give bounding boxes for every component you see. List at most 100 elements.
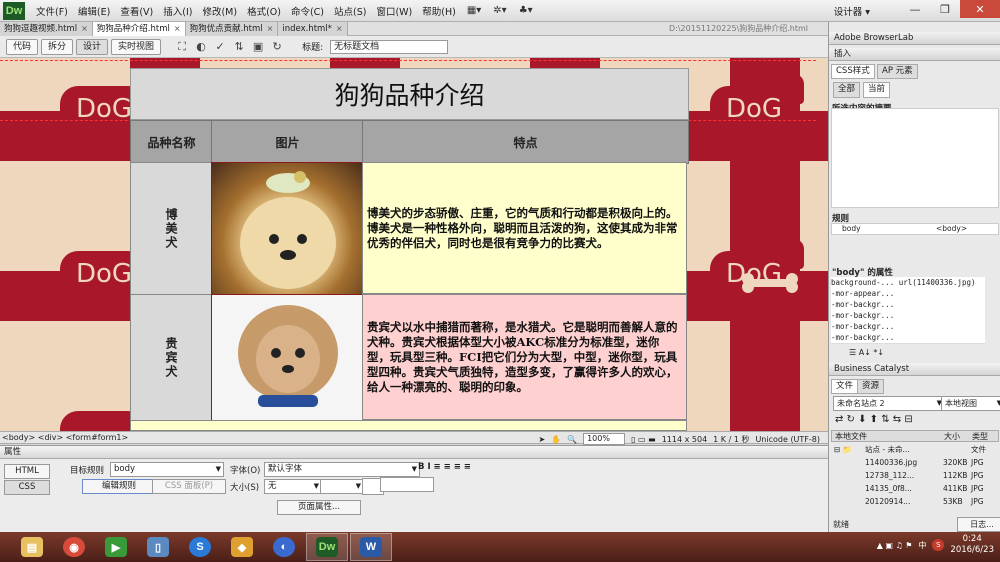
visual-aids-icon[interactable]: ▣ xyxy=(250,40,266,54)
gear-icon[interactable]: ✲▾ xyxy=(493,5,506,16)
site-icon[interactable]: ♣▾ xyxy=(519,5,533,16)
menu-file[interactable]: 文件(F) xyxy=(31,4,73,18)
tag-selector[interactable]: <body> <div> <form#form1> xyxy=(2,433,128,442)
properties-title[interactable]: 属性 xyxy=(0,446,828,459)
menu-view[interactable]: 查看(V) xyxy=(115,4,158,18)
package-taskbar-icon[interactable]: ◆ xyxy=(222,534,262,560)
type-col[interactable]: 类型 xyxy=(972,431,988,443)
edit-rule-button[interactable]: 编辑规则 xyxy=(82,479,156,494)
menu-commands[interactable]: 命令(C) xyxy=(286,4,329,18)
header-picture[interactable]: 图片 xyxy=(211,120,364,164)
font-select[interactable]: 默认字体 ▼ xyxy=(264,462,420,477)
format-buttons-icon[interactable]: B I ≡ ≡ ≡ ≡ xyxy=(418,462,471,472)
select-tool-icon[interactable]: ➤ xyxy=(538,435,545,444)
site-select[interactable]: 未命名站点 2 ▼ xyxy=(833,396,945,411)
page-properties-button[interactable]: 页面属性... xyxy=(277,500,361,515)
target-rule-select[interactable]: body ▼ xyxy=(110,462,224,477)
device-icon[interactable]: ▯ ▭ ▬ xyxy=(631,435,656,444)
header-breed-name[interactable]: 品种名称 xyxy=(130,120,213,164)
zoom-tool-icon[interactable]: 🔍 xyxy=(567,435,577,444)
css-panel-button[interactable]: CSS 面板(P) xyxy=(152,479,226,494)
split-view-button[interactable]: 拆分 xyxy=(41,38,74,55)
dreamweaver-taskbar-icon[interactable]: Dw xyxy=(306,533,348,561)
file-toolbar-icons[interactable]: ⇄ ↻ ⬇ ⬆ ⇅ ⇆ ⊟ xyxy=(835,414,913,425)
menu-format[interactable]: 格式(O) xyxy=(242,4,286,18)
clock[interactable]: 0:24 2016/6/23 xyxy=(950,534,994,556)
site-root-row[interactable]: ⊟ 📁 站点 - 未命... 文件 xyxy=(831,444,999,456)
html-button[interactable]: HTML xyxy=(4,464,50,479)
css-button[interactable]: CSS xyxy=(4,480,50,495)
unit-select[interactable]: ▼ xyxy=(320,479,364,494)
catalyst-header[interactable]: Business Catalyst xyxy=(829,363,1000,376)
header-features[interactable]: 特点 xyxy=(362,120,689,164)
browser-taskbar-icon[interactable]: ◐ xyxy=(264,534,304,560)
explorer-taskbar-icon[interactable]: ▤ xyxy=(12,534,52,560)
refresh-icon[interactable]: ↻ xyxy=(269,40,285,54)
close-icon[interactable]: × xyxy=(336,22,343,36)
menu-insert[interactable]: 插入(I) xyxy=(158,4,197,18)
local-files-col[interactable]: 本地文件 xyxy=(835,431,867,443)
page-title[interactable]: 狗狗品种介绍 xyxy=(130,68,689,120)
view-select[interactable]: 本地视图 ▼ xyxy=(941,396,1000,411)
feature-pomeranian[interactable]: 博美犬的步态骄傲、庄重，它的气质和行动都是积极向上的。博美犬是一种性格外向，聪明… xyxy=(362,162,687,294)
file-management-icon[interactable]: ⇅ xyxy=(231,40,247,54)
workspace-switcher[interactable]: 设计器 ▾ xyxy=(834,4,870,18)
tab-files[interactable]: 文件 xyxy=(831,379,859,394)
size-select[interactable]: 无 ▼ xyxy=(264,479,322,494)
file-row[interactable]: 20120914... 53KB JPG xyxy=(831,496,999,508)
tab-breeds[interactable]: 狗狗品种介绍.html × xyxy=(92,22,186,36)
player-taskbar-icon[interactable]: ▶ xyxy=(96,534,136,560)
chrome-taskbar-icon[interactable]: ◉ xyxy=(54,534,94,560)
file-row[interactable]: 14135_0f8... 411KB JPG xyxy=(831,483,999,495)
sogou-taskbar-icon[interactable]: S xyxy=(180,534,220,560)
live-view-button[interactable]: 实时视图 xyxy=(111,38,162,55)
rule-row[interactable]: body <body> xyxy=(831,223,999,235)
design-view-button[interactable]: 设计 xyxy=(76,38,109,55)
log-button[interactable]: 日志... xyxy=(957,517,1000,532)
hand-tool-icon[interactable]: ✋ xyxy=(551,435,561,444)
prop-row[interactable]: -mor-backgr... xyxy=(831,332,985,344)
close-icon[interactable]: ✕ xyxy=(960,0,1000,18)
menu-window[interactable]: 窗口(W) xyxy=(371,4,417,18)
tab-assets[interactable]: 资源 xyxy=(857,379,885,394)
close-icon[interactable]: × xyxy=(174,22,181,36)
sogou-tray-icon[interactable]: S xyxy=(932,539,945,551)
ime-indicator[interactable]: 中 xyxy=(918,540,926,551)
check-icon[interactable]: ✓ xyxy=(212,40,228,54)
menu-site[interactable]: 站点(S) xyxy=(329,4,371,18)
size-col[interactable]: 大小 xyxy=(944,431,960,443)
menu-help[interactable]: 帮助(H) xyxy=(417,4,461,18)
pomeranian-photo[interactable] xyxy=(211,162,364,296)
word-taskbar-icon[interactable]: W xyxy=(350,533,392,561)
minimize-icon[interactable]: — xyxy=(900,0,930,18)
tab-css-styles[interactable]: CSS样式 xyxy=(831,64,875,79)
zoom-select[interactable]: 100% xyxy=(583,433,626,445)
code-view-button[interactable]: 代码 xyxy=(6,38,39,55)
insert-header[interactable]: 插入 xyxy=(829,48,1000,61)
close-icon[interactable]: × xyxy=(81,22,88,36)
color-input[interactable] xyxy=(380,477,434,492)
close-icon[interactable]: × xyxy=(267,22,274,36)
file-row[interactable]: 11400336.jpg 320KB JPG xyxy=(831,457,999,469)
tab-merits[interactable]: 狗狗优点贡献.html × xyxy=(185,22,279,36)
tab-ap-elements[interactable]: AP 元素 xyxy=(877,64,918,79)
current-button[interactable]: 当前 xyxy=(863,82,891,98)
feature-poodle[interactable]: 贵宾犬以水中捕猎而著称，是水猎犬。它是聪明而善解人意的犬种。贵宾犬根据体型大小被… xyxy=(362,294,687,420)
browser-preview-icon[interactable]: ◐ xyxy=(193,40,209,54)
layout-icon[interactable]: ▦▾ xyxy=(467,5,481,16)
title-input[interactable]: 无标题文档 xyxy=(330,39,449,54)
book-taskbar-icon[interactable]: ▯ xyxy=(138,534,178,560)
menu-edit[interactable]: 编辑(E) xyxy=(73,4,115,18)
breed-name-pomeranian[interactable]: 博美犬 xyxy=(130,162,213,296)
multiscreen-icon[interactable]: ⛶ xyxy=(174,40,190,54)
poodle-photo[interactable] xyxy=(211,294,364,422)
css-panel-icons[interactable]: ☰ A↓ *↓ xyxy=(849,348,884,357)
maximize-icon[interactable]: ❐ xyxy=(930,0,960,18)
all-button[interactable]: 全部 xyxy=(833,82,861,98)
window-size[interactable]: 1114 x 504 xyxy=(662,435,707,444)
tab-index[interactable]: index.html* × xyxy=(278,22,348,36)
menu-modify[interactable]: 修改(M) xyxy=(197,4,242,18)
tab-videos[interactable]: 狗狗逗趣视频.html × xyxy=(0,22,93,36)
tray-icons[interactable]: ▲ ▣ ♫ ⚑ xyxy=(877,541,913,550)
file-row[interactable]: 12738_112... 112KB JPG xyxy=(831,470,999,482)
